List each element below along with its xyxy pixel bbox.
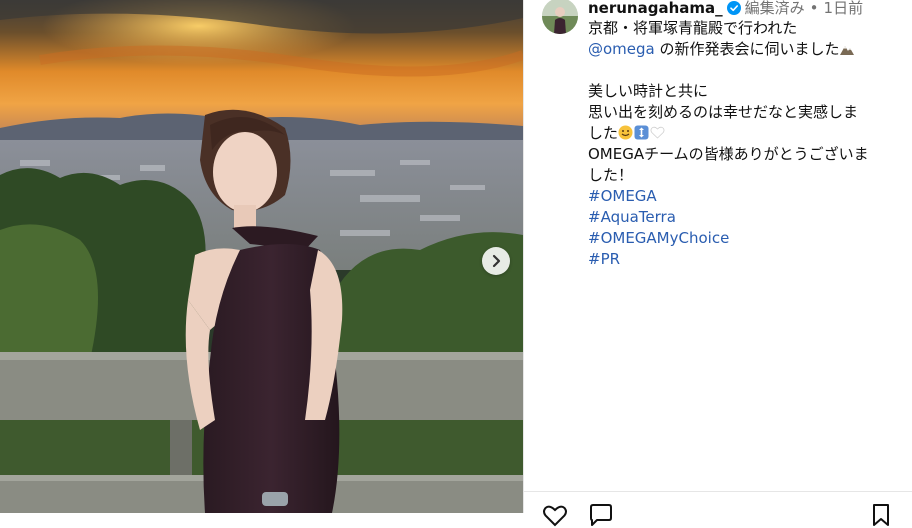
- caption-line: 美しい時計と共に: [588, 82, 709, 100]
- caption-line: した！: [588, 166, 634, 184]
- photo-image: [0, 0, 523, 513]
- caption-text: した: [588, 124, 619, 142]
- caption-line: OMEGAチームの皆様ありがとうございま: [588, 145, 869, 163]
- mountain-emoji-icon: [839, 46, 854, 55]
- caption-line: 思い出を刻めるのは幸せだなと実感しま: [588, 103, 859, 121]
- chevron-right-icon: [492, 254, 501, 268]
- caption-line: した: [588, 123, 910, 144]
- caption-line: @omega の新作発表会に伺いました: [588, 39, 910, 60]
- hashtag-link[interactable]: #AquaTerra: [588, 207, 910, 228]
- next-photo-button[interactable]: [482, 247, 510, 275]
- verified-badge-icon: [726, 1, 741, 15]
- post-header: nerunagahama_ 編集済み • 1日前: [588, 0, 863, 18]
- post-photo[interactable]: [0, 0, 523, 513]
- post-caption: 京都・将軍塚青龍殿で行われた @omega の新作発表会に伺いました 美しい時計…: [588, 18, 910, 270]
- smiling-face-emoji-icon: [618, 125, 633, 140]
- heart-icon[interactable]: [542, 502, 568, 528]
- separator-dot: •: [809, 0, 819, 17]
- post-sidebar: nerunagahama_ 編集済み • 1日前 京都・将軍塚青龍殿で行われた …: [524, 0, 912, 513]
- actions-divider: [524, 491, 912, 492]
- hashtag-link[interactable]: #OMEGA: [588, 186, 910, 207]
- white-heart-emoji-icon: [650, 126, 665, 139]
- caption-line: 京都・将軍塚青龍殿で行われた: [588, 19, 798, 37]
- caption-text: の新作発表会に伺いました: [654, 40, 840, 58]
- avatar[interactable]: [542, 0, 578, 34]
- hashtag-link[interactable]: #OMEGAMyChoice: [588, 228, 910, 249]
- bookmark-icon[interactable]: [868, 502, 894, 528]
- hashtag-link[interactable]: #PR: [588, 249, 910, 270]
- comment-icon[interactable]: [588, 502, 614, 528]
- post-time[interactable]: 1日前: [824, 0, 864, 18]
- mention-link[interactable]: @omega: [588, 40, 655, 58]
- username-link[interactable]: nerunagahama_: [588, 0, 723, 18]
- up-down-arrow-emoji-icon: [634, 125, 649, 140]
- action-bar: [524, 500, 912, 527]
- edited-label: 編集済み: [744, 0, 805, 17]
